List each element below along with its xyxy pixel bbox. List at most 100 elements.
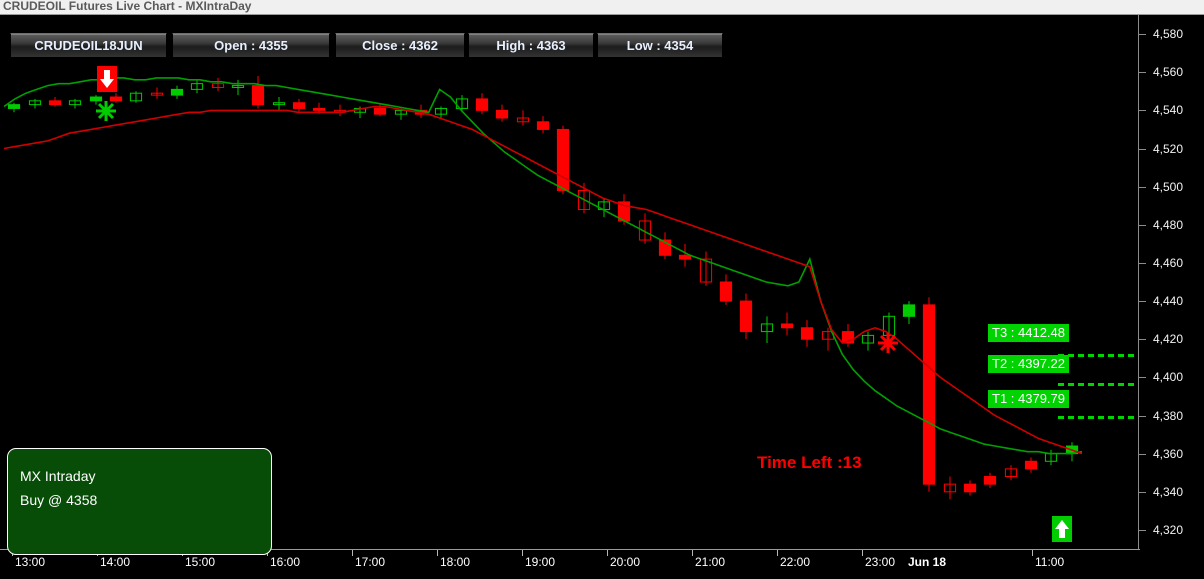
- candlestick: [292, 98, 306, 113]
- candlestick: [28, 98, 42, 109]
- target-label-t1: T1 : 4379.79: [988, 389, 1069, 408]
- price-tick: [1139, 491, 1146, 493]
- time-axis-label: 17:00: [355, 555, 386, 569]
- price-tick: [1139, 148, 1146, 150]
- candlestick: [922, 297, 936, 492]
- symbol-button[interactable]: CRUDEOIL18JUN: [10, 33, 167, 58]
- time-tick: [607, 550, 608, 556]
- time-axis-label: 19:00: [525, 555, 556, 569]
- candlestick: [800, 320, 814, 347]
- price-axis-label: 4,380: [1153, 408, 1184, 423]
- candlestick: [1044, 449, 1058, 466]
- price-axis: 4,580 4,560 4,540 4,520 4,500 4,480 4,460 4,440…: [1139, 15, 1204, 549]
- time-tick: [862, 550, 863, 556]
- target-line-t2: [1058, 382, 1138, 386]
- window-titlebar: CRUDEOIL Futures Live Chart - MXIntraDay: [0, 0, 1204, 15]
- price-tick: [1139, 34, 1146, 36]
- signal-box[interactable]: MX Intraday Buy @ 4358: [7, 448, 272, 555]
- indicator-line-upper-band: [3, 77, 1083, 455]
- candlestick: [1004, 465, 1018, 481]
- candlestick: [68, 98, 82, 109]
- candlestick: [129, 91, 143, 103]
- price-tick: [1139, 224, 1146, 226]
- down-arrow-icon: [97, 66, 117, 97]
- price-axis-label: 4,560: [1153, 65, 1184, 80]
- time-axis-label: 14:00: [100, 555, 131, 569]
- price-tick: [1139, 72, 1146, 74]
- price-axis-label: 4,500: [1153, 179, 1184, 194]
- indicator-line-lower-band: [3, 105, 1083, 455]
- time-tick: [692, 550, 693, 556]
- open-price-button[interactable]: Open : 4355: [172, 33, 330, 58]
- candlestick: [638, 213, 652, 244]
- time-left-label: Time Left :13: [757, 453, 862, 472]
- up-arrow-icon: [1052, 516, 1072, 547]
- chart-frame: CRUDEOIL18JUN Open : 4355 Close : 4362 H…: [0, 14, 1204, 579]
- close-price-button[interactable]: Close : 4362: [335, 33, 465, 58]
- price-axis-label: 4,460: [1153, 255, 1184, 270]
- price-axis-label: 4,580: [1153, 27, 1184, 42]
- candlestick: [780, 312, 794, 336]
- price-tick: [1139, 377, 1146, 379]
- price-axis-label: 4,440: [1153, 294, 1184, 309]
- time-tick: [352, 550, 353, 556]
- signal-strategy-name: MX Intraday: [20, 468, 96, 484]
- signal-action-text: Buy @ 4358: [20, 492, 98, 508]
- candlestick: [170, 85, 184, 99]
- time-axis-label: 22:00: [780, 555, 811, 569]
- time-tick: [522, 550, 523, 556]
- time-axis-label: 15:00: [185, 555, 216, 569]
- window-title: CRUDEOIL Futures Live Chart - MXIntraDay: [3, 0, 252, 13]
- candlestick: [231, 79, 245, 96]
- time-axis-label: 11:00: [1035, 555, 1065, 569]
- price-axis-label: 4,520: [1153, 141, 1184, 156]
- candlestick: [211, 77, 225, 92]
- time-tick: [777, 550, 778, 556]
- price-axis-label: 4,340: [1153, 484, 1184, 499]
- time-axis-label: 23:00: [865, 555, 896, 569]
- time-axis-label: 20:00: [610, 555, 641, 569]
- price-axis-label: 4,480: [1153, 217, 1184, 232]
- candlestick: [455, 95, 469, 113]
- info-toolbar: CRUDEOIL18JUN Open : 4355 Close : 4362 H…: [0, 33, 1140, 59]
- candlestick: [658, 232, 672, 260]
- price-tick: [1139, 529, 1146, 531]
- candlestick: [150, 87, 164, 99]
- candlestick: [861, 331, 875, 351]
- time-tick: [1032, 550, 1033, 556]
- price-axis-label: 4,320: [1153, 522, 1184, 537]
- low-price-button[interactable]: Low : 4354: [597, 33, 723, 58]
- high-price-button[interactable]: High : 4363: [468, 33, 594, 58]
- price-tick: [1139, 186, 1146, 188]
- candlestick: [272, 97, 286, 111]
- candlestick: [1024, 457, 1038, 473]
- candlestick: [841, 323, 855, 347]
- price-axis-label: 4,540: [1153, 103, 1184, 118]
- price-axis-label: 4,400: [1153, 370, 1184, 385]
- time-axis-label: 13:00: [15, 555, 46, 569]
- target-label-t3: T3 : 4412.48: [988, 323, 1069, 342]
- candlestick: [943, 476, 957, 500]
- candlestick: [719, 274, 733, 305]
- candlestick: [760, 316, 774, 344]
- red-star-icon: [877, 332, 899, 359]
- candlestick: [7, 102, 21, 113]
- candlestick: [333, 104, 347, 117]
- trading-chart-window: CRUDEOIL Futures Live Chart - MXIntraDay…: [0, 0, 1204, 579]
- price-tick: [1139, 110, 1146, 112]
- candlestick: [963, 480, 977, 496]
- candlestick: [902, 301, 916, 324]
- price-tick: [1139, 453, 1146, 455]
- time-tick: [437, 550, 438, 556]
- price-axis-label: 4,360: [1153, 446, 1184, 461]
- candlestick: [434, 106, 448, 118]
- time-axis-label: 21:00: [695, 555, 726, 569]
- price-tick: [1139, 262, 1146, 264]
- candlestick: [516, 110, 530, 126]
- candlestick: [536, 116, 550, 134]
- time-axis-label: 16:00: [270, 555, 301, 569]
- target-label-t2: T2 : 4397.22: [988, 354, 1069, 373]
- target-line-t3: [1058, 353, 1138, 357]
- price-tick: [1139, 339, 1146, 341]
- green-star-icon: [95, 100, 117, 127]
